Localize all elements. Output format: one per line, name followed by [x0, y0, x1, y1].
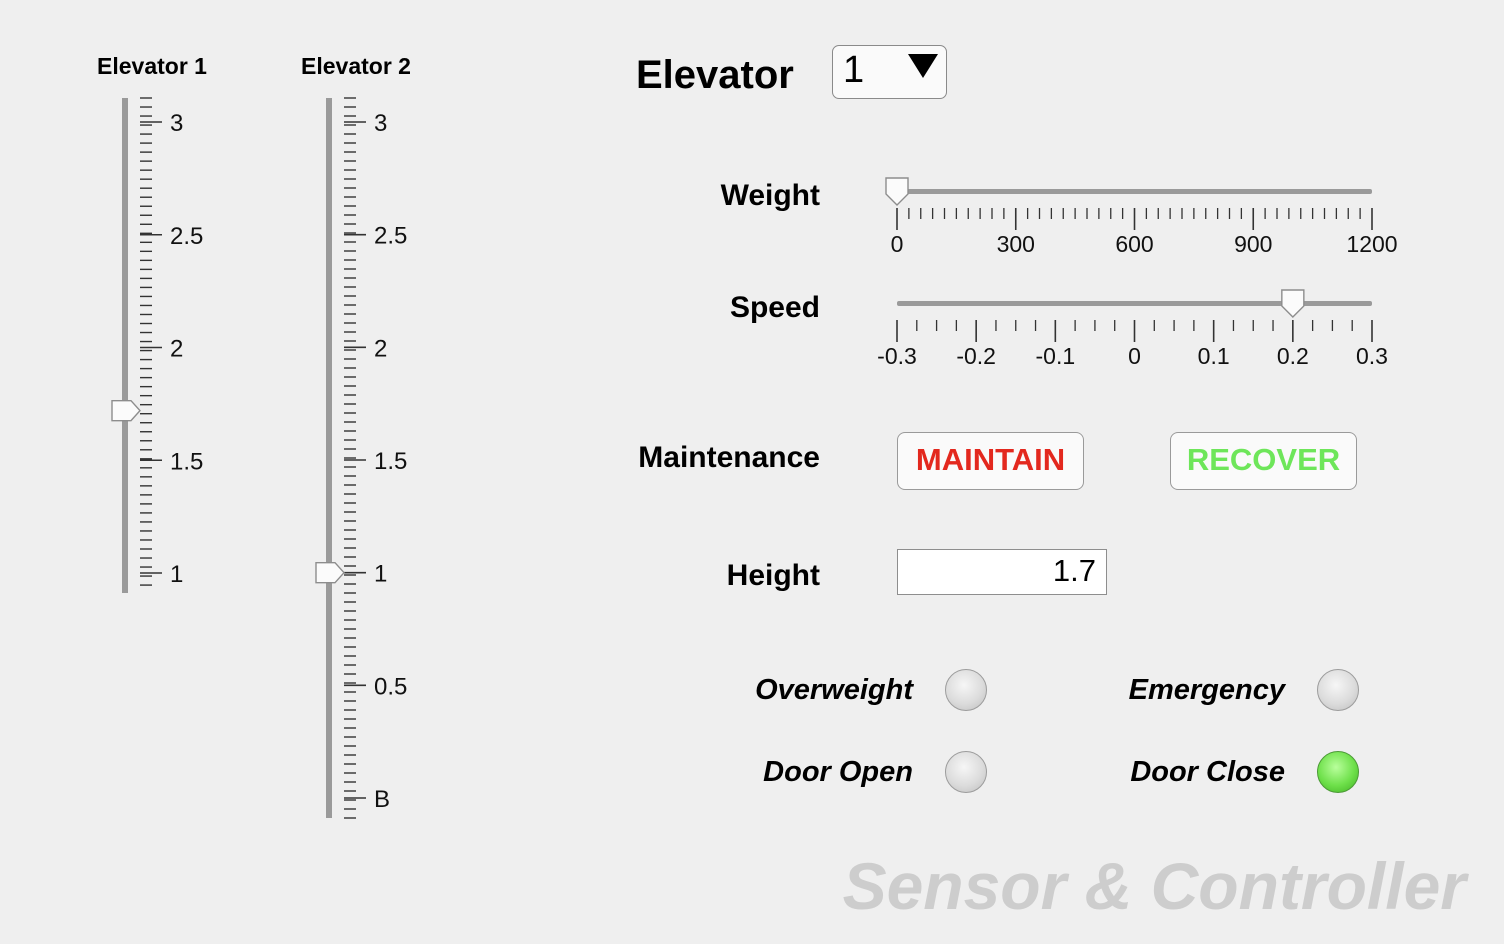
overweight-label: Overweight	[755, 674, 913, 706]
elevator-2-track	[326, 98, 332, 818]
weight-thumb[interactable]	[885, 177, 909, 206]
elevator-1-slider[interactable]: 3 2.5 2 1.5 1	[100, 90, 240, 610]
elevator-2-label: Elevator 2	[301, 53, 411, 79]
maintain-button[interactable]: MAINTAIN	[897, 432, 1084, 490]
maintenance-label: Maintenance	[638, 441, 820, 474]
weight-track	[897, 189, 1372, 194]
emergency-indicator	[1317, 669, 1359, 711]
elevator-1-tick-label: 2.5	[170, 223, 203, 250]
weight-slider[interactable]: 0 300 600 900 1200	[860, 170, 1420, 270]
speed-tick-label: 0	[1128, 343, 1141, 369]
elevator-1-tick-label: 2	[170, 336, 183, 363]
elevator-select[interactable]: 1	[832, 45, 947, 99]
elevator-1-tick-label: 1.5	[170, 448, 203, 475]
weight-tick-label: 300	[997, 231, 1035, 257]
door-close-label: Door Close	[1130, 756, 1285, 788]
recover-button[interactable]: RECOVER	[1170, 432, 1357, 490]
weight-tick-label: 0	[891, 231, 904, 257]
speed-thumb[interactable]	[1281, 289, 1305, 318]
elevator-2-tick-label: 2.5	[374, 223, 407, 250]
elevator-select-value: 1	[843, 49, 865, 91]
speed-label: Speed	[729, 291, 820, 324]
elevator-2-tick-label: 0.5	[374, 673, 407, 700]
elevator-1-tick-label: 1	[170, 561, 183, 588]
speed-tick-label: -0.1	[1036, 343, 1076, 369]
height-field[interactable]: 1.7	[897, 549, 1107, 595]
elevator-1-thumb[interactable]	[111, 399, 141, 422]
elevator-1-label: Elevator 1	[97, 53, 207, 79]
elevator-selector-label: Elevator	[636, 53, 794, 97]
elevator-1-track	[122, 98, 128, 593]
elevator-2-thumb[interactable]	[315, 561, 345, 584]
elevator-2-tick-label: 3	[374, 110, 387, 137]
speed-tick-label: 0.2	[1277, 343, 1309, 369]
speed-tick-label: -0.3	[877, 343, 917, 369]
weight-label: Weight	[720, 179, 820, 212]
overweight-indicator	[945, 669, 987, 711]
elevator-2-tick-label: 2	[374, 335, 387, 362]
elevator-2-tick-label: B	[374, 786, 390, 813]
weight-tick-label: 600	[1115, 231, 1153, 257]
emergency-label: Emergency	[1128, 674, 1285, 706]
door-close-indicator	[1317, 751, 1359, 793]
weight-tick-label: 900	[1234, 231, 1272, 257]
height-label: Height	[726, 559, 820, 592]
speed-slider[interactable]: -0.3 -0.2 -0.1 0 0.1 0.2 0.3	[860, 282, 1420, 382]
speed-tick-label: 0.1	[1198, 343, 1230, 369]
speed-tick-label: -0.2	[956, 343, 996, 369]
speed-tick-label: 0.3	[1356, 343, 1388, 369]
elevator-1-tick-label: 3	[170, 110, 183, 137]
door-open-label: Door Open	[763, 756, 913, 788]
door-open-indicator	[945, 751, 987, 793]
chevron-down-icon	[908, 54, 938, 78]
watermark-title: Sensor & Controller	[842, 849, 1466, 923]
weight-tick-label: 1200	[1346, 231, 1397, 257]
elevator-2-slider[interactable]: 3 2.5 2 1.5 1 0.5 B	[304, 90, 444, 830]
elevator-2-tick-label: 1	[374, 561, 387, 588]
elevator-2-tick-label: 1.5	[374, 448, 407, 475]
